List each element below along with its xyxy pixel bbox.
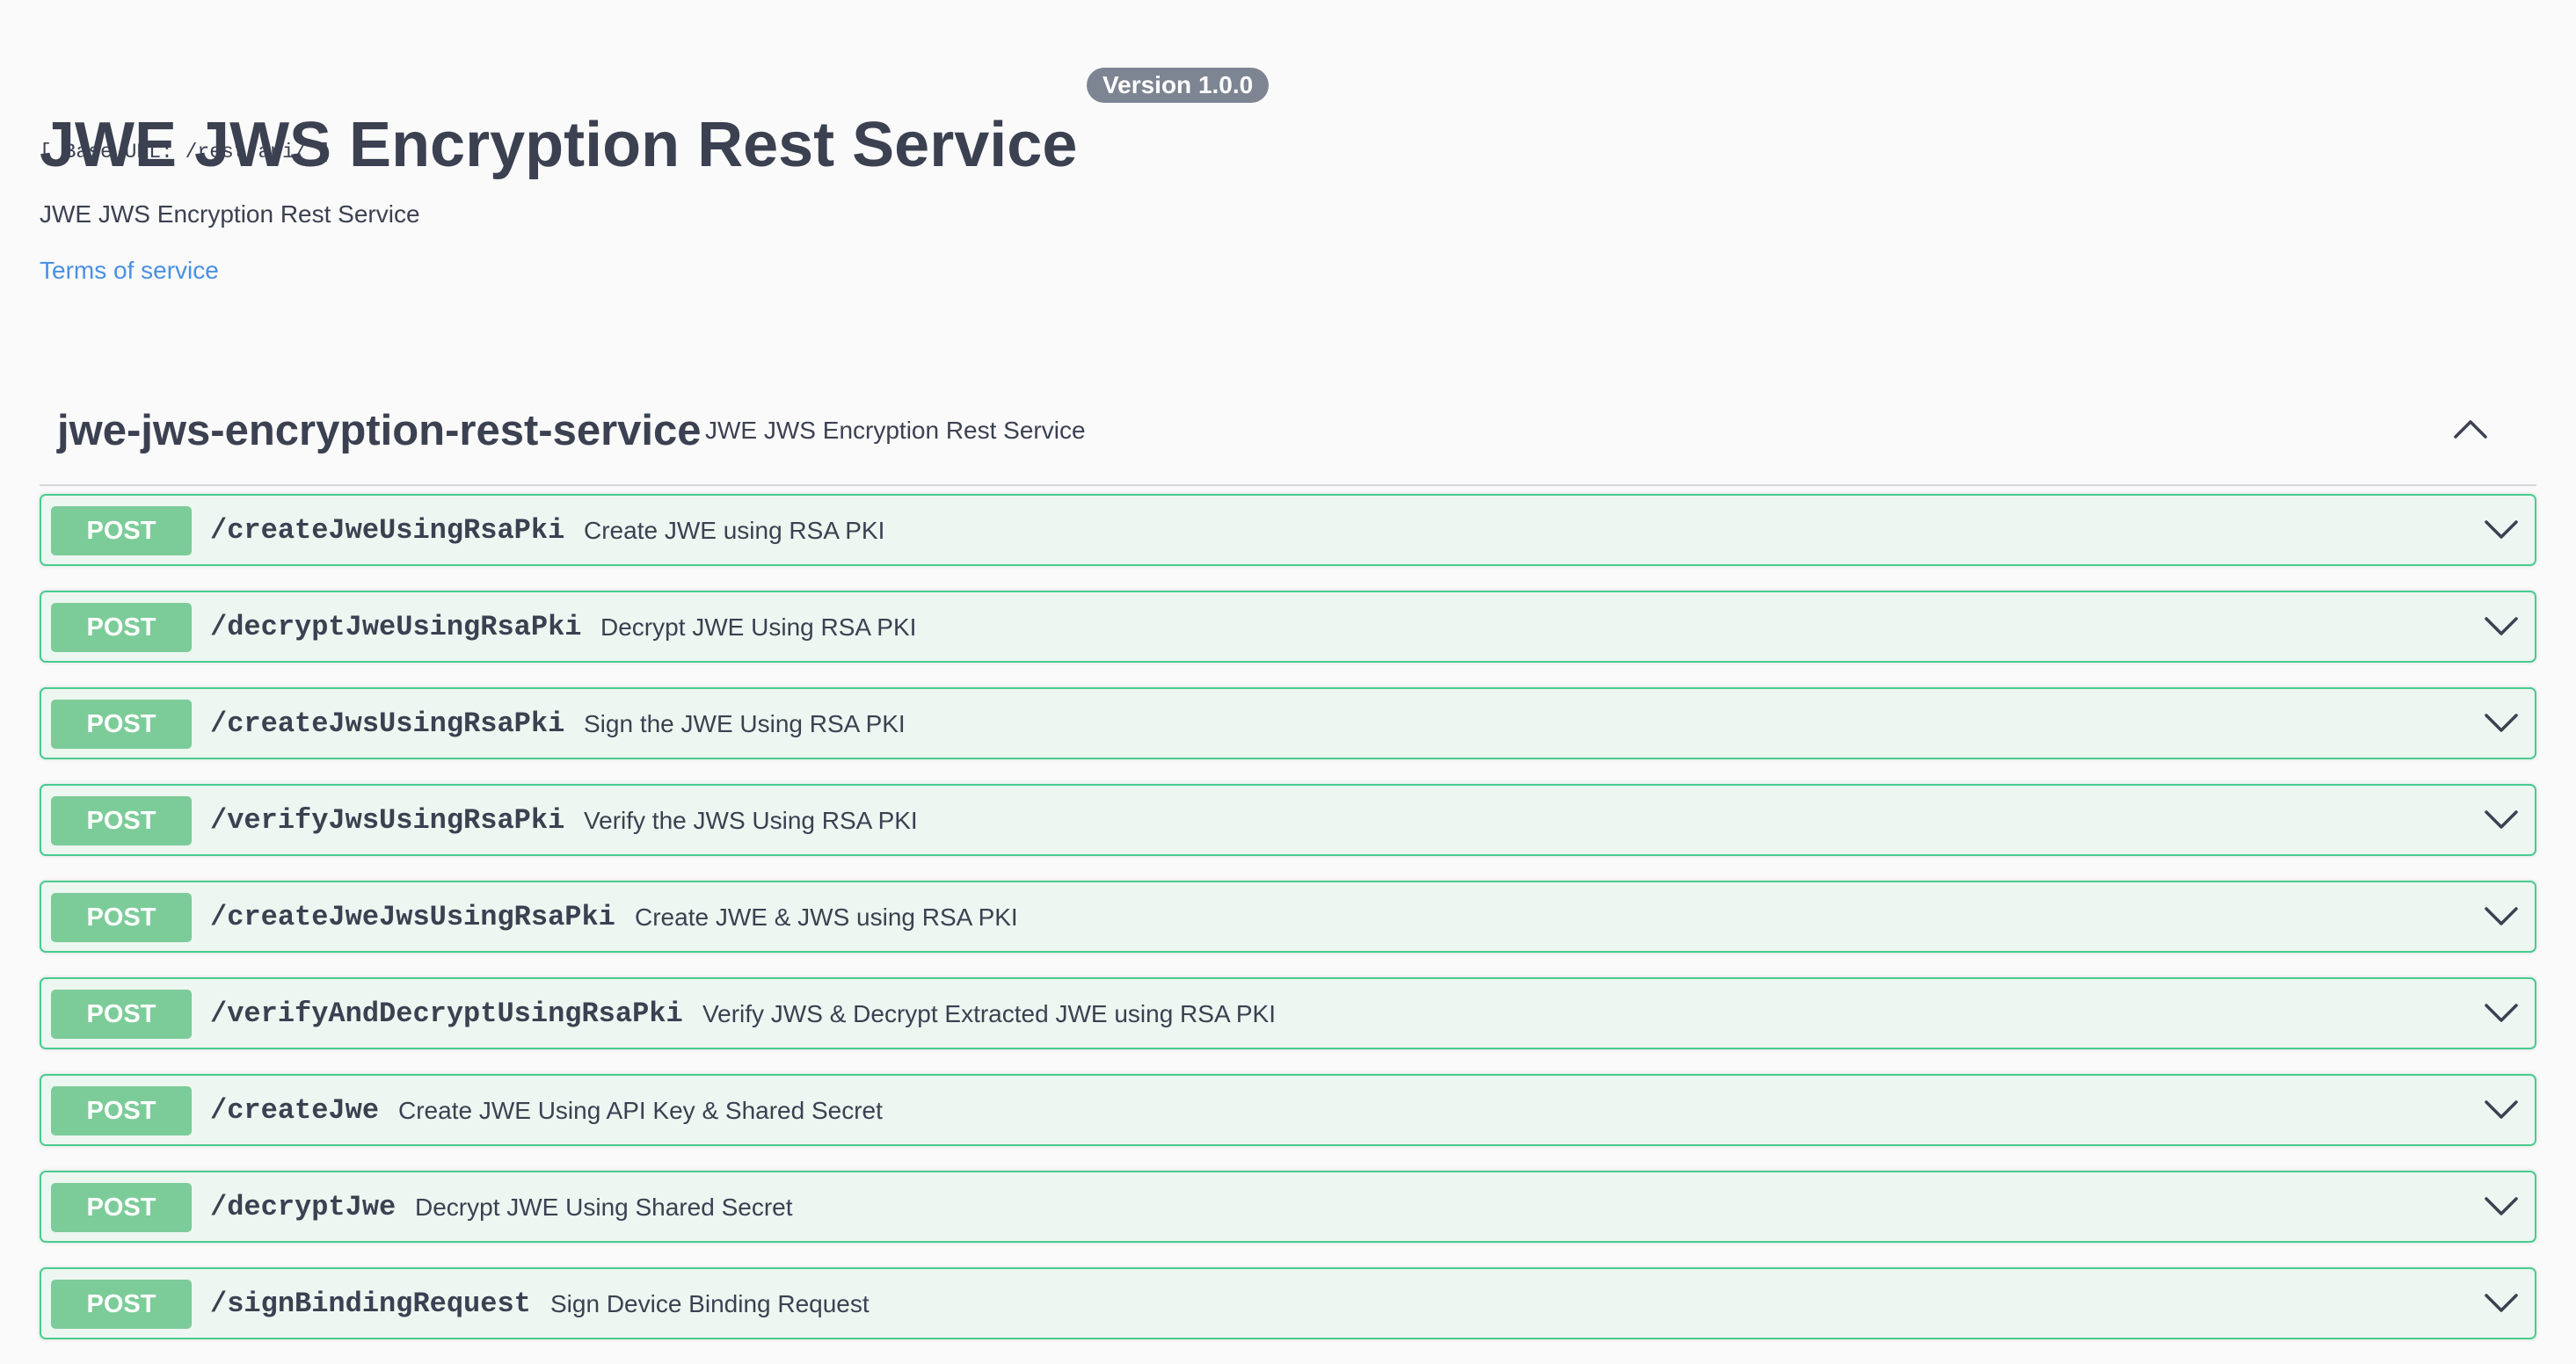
chevron-up-icon-svg	[2454, 420, 2487, 439]
chevron-down-icon[interactable]	[2475, 602, 2528, 651]
operation-path: /signBindingRequest	[210, 1288, 531, 1320]
operation-summary: Create JWE & JWS using RSA PKI	[635, 903, 1018, 931]
method-badge: POST	[51, 506, 192, 555]
tag-name: jwe-jws-encryption-rest-service	[57, 407, 702, 454]
operation-summary: Decrypt JWE Using Shared Secret	[415, 1194, 793, 1221]
operation-create-jws-using-rsa-pki[interactable]: POST /createJwsUsingRsaPki Sign the JWE …	[40, 687, 2536, 759]
chevron-up-icon[interactable]	[2444, 403, 2497, 455]
method-badge: POST	[51, 1086, 192, 1135]
operation-summary: Sign the JWE Using RSA PKI	[584, 710, 906, 737]
operation-summary: Verify the JWS Using RSA PKI	[584, 807, 918, 834]
method-badge: POST	[51, 796, 192, 845]
operation-verify-and-decrypt-using-rsa-pki[interactable]: POST /verifyAndDecryptUsingRsaPki Verify…	[40, 977, 2536, 1049]
terms-of-service-link[interactable]: Terms of service	[40, 253, 219, 288]
operation-verify-jws-using-rsa-pki[interactable]: POST /verifyJwsUsingRsaPki Verify the JW…	[40, 784, 2536, 856]
api-description: JWE JWS Encryption Rest Service	[40, 200, 420, 228]
operation-summary: Create JWE using RSA PKI	[584, 517, 885, 544]
operation-decrypt-jwe-using-rsa-pki[interactable]: POST /decryptJweUsingRsaPki Decrypt JWE …	[40, 591, 2536, 663]
operation-create-jwe-jws-using-rsa-pki[interactable]: POST /createJweJwsUsingRsaPki Create JWE…	[40, 881, 2536, 953]
chevron-down-icon[interactable]	[2475, 1279, 2528, 1328]
operation-summary: Create JWE Using API Key & Shared Secret	[398, 1097, 883, 1124]
operation-path: /verifyAndDecryptUsingRsaPki	[210, 998, 683, 1030]
method-badge: POST	[51, 700, 192, 749]
tag-description: JWE JWS Encryption Rest Service	[705, 417, 1086, 444]
operation-path: /createJwe	[210, 1094, 380, 1127]
method-badge: POST	[51, 990, 192, 1039]
base-url: [ Base URL: /rest/api/ ]	[40, 141, 331, 163]
chevron-down-icon[interactable]	[2475, 795, 2528, 845]
operations-list: POST /createJweUsingRsaPki Create JWE us…	[40, 494, 2536, 1364]
tag-section-header[interactable]: jwe-jws-encryption-rest-service JWE JWS …	[40, 378, 2536, 486]
chevron-down-icon[interactable]	[2475, 1182, 2528, 1231]
operation-summary: Decrypt JWE Using RSA PKI	[600, 613, 917, 641]
operation-path: /verifyJwsUsingRsaPki	[210, 804, 565, 837]
chevron-down-icon[interactable]	[2475, 505, 2528, 555]
chevron-down-icon[interactable]	[2475, 699, 2528, 748]
chevron-down-icon[interactable]	[2475, 989, 2528, 1038]
chevron-down-icon[interactable]	[2475, 1085, 2528, 1135]
operation-path: /createJweJwsUsingRsaPki	[210, 901, 615, 933]
operation-decrypt-jwe[interactable]: POST /decryptJwe Decrypt JWE Using Share…	[40, 1171, 2536, 1243]
operation-path: /createJweUsingRsaPki	[210, 514, 565, 547]
method-badge: POST	[51, 1280, 192, 1329]
method-badge: POST	[51, 603, 192, 652]
operation-path: /decryptJweUsingRsaPki	[210, 611, 582, 643]
version-badge: Version 1.0.0	[1087, 68, 1270, 103]
operation-create-jwe[interactable]: POST /createJwe Create JWE Using API Key…	[40, 1074, 2536, 1146]
operation-path: /createJwsUsingRsaPki	[210, 707, 565, 740]
operation-path: /decryptJwe	[210, 1191, 397, 1223]
chevron-down-icon[interactable]	[2475, 892, 2528, 941]
operation-sign-binding-request[interactable]: POST /signBindingRequest Sign Device Bin…	[40, 1267, 2536, 1339]
method-badge: POST	[51, 893, 192, 942]
operation-summary: Verify JWS & Decrypt Extracted JWE using…	[702, 1000, 1276, 1027]
operation-summary: Sign Device Binding Request	[550, 1290, 870, 1317]
swagger-page: JWE JWS Encryption Rest Service Version …	[0, 0, 2576, 1364]
operation-create-jwe-using-rsa-pki[interactable]: POST /createJweUsingRsaPki Create JWE us…	[40, 494, 2536, 566]
method-badge: POST	[51, 1183, 192, 1232]
